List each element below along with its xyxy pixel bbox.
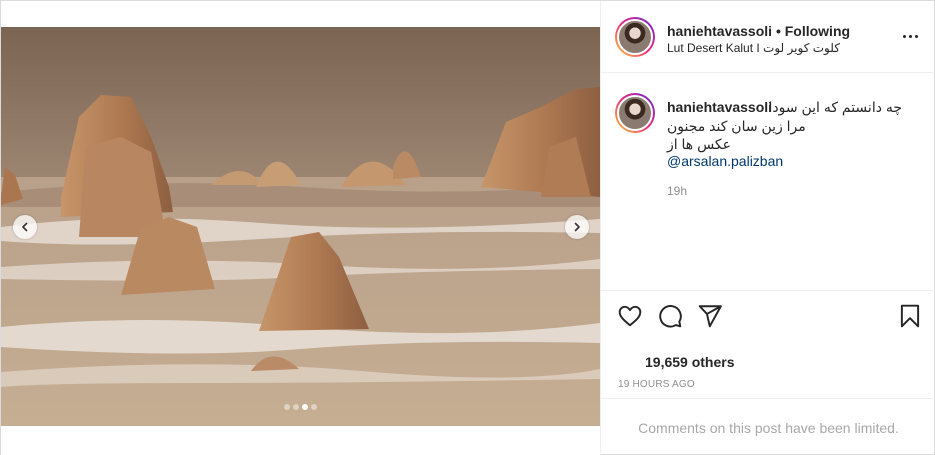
post-dialog: haniehtavassoli • Following Lut Desert K… — [0, 0, 935, 455]
post-location[interactable]: Lut Desert Kalut I کلوت کویر لوت — [667, 41, 840, 55]
post-timestamp[interactable]: 19 HOURS AGO — [618, 379, 695, 390]
carousel-dot — [293, 404, 299, 410]
chevron-right-icon — [574, 222, 580, 232]
avatar[interactable] — [615, 17, 655, 57]
save-button[interactable] — [897, 303, 923, 329]
like-button[interactable] — [617, 303, 643, 329]
post-side-panel: haniehtavassoli • Following Lut Desert K… — [600, 1, 935, 455]
carousel-prev-button[interactable] — [13, 215, 37, 239]
carousel-dot-active — [302, 404, 308, 410]
carousel-dot — [284, 404, 290, 410]
carousel-next-button[interactable] — [565, 215, 589, 239]
comment-icon — [659, 305, 682, 328]
chevron-left-icon — [22, 222, 28, 232]
post-media — [1, 1, 600, 455]
caption-section: haniehtavassoli چه دانستم که این سودا مر… — [601, 73, 935, 291]
share-button[interactable] — [697, 303, 723, 329]
comments-limited-notice: Comments on this post have been limited. — [601, 398, 935, 455]
comment-button[interactable] — [657, 303, 683, 329]
following-button[interactable]: Following — [785, 23, 850, 39]
caption-username[interactable]: haniehtavassoli — [667, 99, 772, 115]
header-username[interactable]: haniehtavassoli — [667, 23, 772, 39]
header-username-line: haniehtavassoli • Following — [667, 23, 850, 39]
caption-mention-link[interactable]: @arsalan.palizban — [667, 153, 783, 169]
likes-count[interactable]: 19,659 others — [645, 354, 735, 370]
heart-icon — [618, 305, 642, 327]
bookmark-icon — [900, 304, 920, 328]
caption-line-2: مرا زین سان کند مجنون — [667, 118, 806, 134]
caption-line-1: چه دانستم که این سودا — [768, 99, 902, 115]
more-options-icon[interactable] — [903, 35, 918, 38]
separator-dot: • — [775, 23, 781, 39]
post-header: haniehtavassoli • Following Lut Desert K… — [601, 1, 935, 73]
caption-avatar[interactable] — [615, 93, 655, 133]
caption-line-3: عکس ها از — [667, 136, 732, 152]
caption-time[interactable]: 19h — [667, 184, 687, 198]
post-photo[interactable] — [1, 27, 600, 426]
carousel-dot — [311, 404, 317, 410]
desert-kalut-image — [1, 27, 600, 426]
share-icon — [698, 305, 722, 328]
action-bar — [601, 299, 935, 333]
carousel-indicator — [284, 404, 317, 410]
